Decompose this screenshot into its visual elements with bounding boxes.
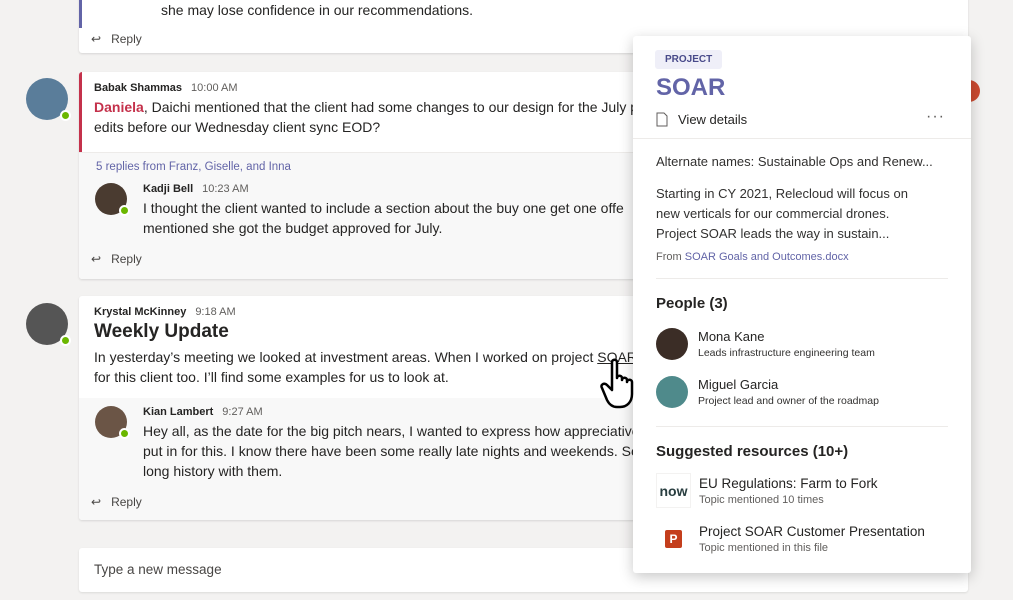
avatar xyxy=(656,376,688,408)
project-card-popup: PROJECT SOAR View details ··· Alternate … xyxy=(633,36,971,573)
document-icon xyxy=(656,112,668,127)
presence-icon xyxy=(119,205,130,216)
servicenow-icon: now xyxy=(656,473,691,508)
reply-arrow-icon: ↩ xyxy=(91,495,102,509)
avatar-kadji[interactable] xyxy=(95,183,130,216)
view-details-button[interactable]: View details xyxy=(656,112,747,127)
avatar-krystal[interactable] xyxy=(26,303,71,346)
message-text: she may lose confidence in our recommend… xyxy=(161,2,474,18)
entity-type-tag: PROJECT xyxy=(655,50,723,69)
divider xyxy=(656,426,948,427)
source: From SOAR Goals and Outcomes.docx xyxy=(656,251,849,263)
author-name: Krystal McKinney xyxy=(94,306,187,318)
timestamp: 9:18 AM xyxy=(195,306,236,318)
description: Starting in CY 2021, Relecloud will focu… xyxy=(656,186,908,241)
resource-item[interactable]: P Project SOAR Customer Presentation Topi… xyxy=(656,521,925,556)
presence-icon xyxy=(119,428,130,439)
author-name: Babak Shammas xyxy=(94,82,183,94)
author-name: Kian Lambert xyxy=(143,406,214,418)
timestamp: 10:00 AM xyxy=(191,82,238,94)
avatar-babak[interactable] xyxy=(26,78,71,121)
avatar-kian[interactable] xyxy=(95,406,130,439)
person-item[interactable]: Mona Kane Leads infrastructure engineerin… xyxy=(656,328,875,360)
divider xyxy=(633,138,971,139)
alternate-names: Alternate names: Sustainable Ops and Ren… xyxy=(656,154,933,169)
reply-arrow-icon: ↩ xyxy=(91,32,102,46)
resource-item[interactable]: now EU Regulations: Farm to Fork Topic me… xyxy=(656,473,878,508)
person-item[interactable]: Miguel Garcia Project lead and owner of t… xyxy=(656,376,879,408)
timestamp: 10:23 AM xyxy=(202,183,249,195)
hand-cursor-icon xyxy=(600,358,634,409)
presence-icon xyxy=(60,335,71,346)
resources-heading: Suggested resources (10+) xyxy=(656,443,849,460)
powerpoint-icon: P xyxy=(656,521,691,556)
message: she may lose confidence in our recommend… xyxy=(79,0,968,28)
timestamp: 9:27 AM xyxy=(222,406,263,418)
mention[interactable]: Daniela xyxy=(94,99,144,115)
avatar xyxy=(656,328,688,360)
presence-icon xyxy=(60,110,71,121)
reply-arrow-icon: ↩ xyxy=(91,252,102,266)
author-name: Kadji Bell xyxy=(143,183,194,195)
divider xyxy=(656,278,948,279)
project-title[interactable]: SOAR xyxy=(656,74,725,102)
more-options-icon[interactable]: ··· xyxy=(926,108,945,126)
people-heading: People (3) xyxy=(656,295,728,312)
source-file-link[interactable]: SOAR Goals and Outcomes.docx xyxy=(685,251,849,263)
